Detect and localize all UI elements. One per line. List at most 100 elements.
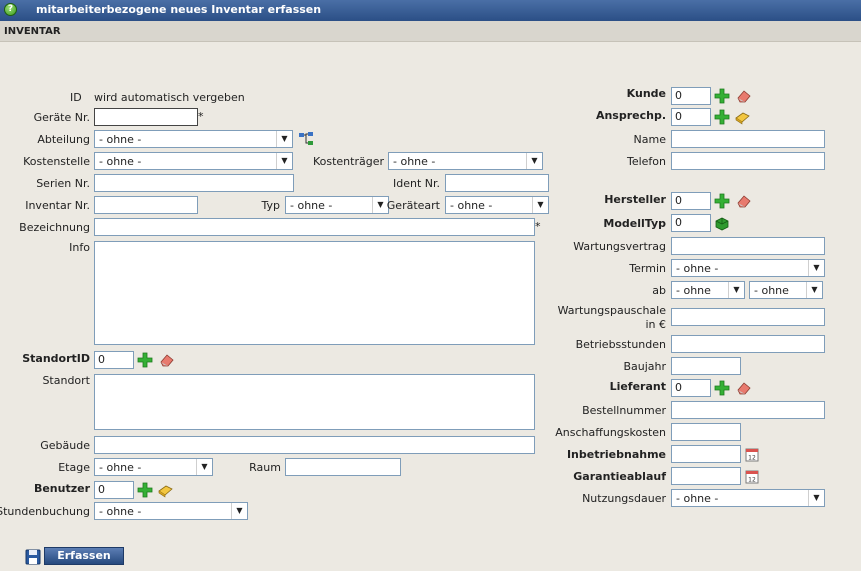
window-title: mitarbeiterbezogene neues Inventar erfas… [36,3,322,16]
chevron-down-icon: ▼ [808,490,824,506]
title-bar: ? mitarbeiterbezogene neues Inventar erf… [0,0,861,21]
benutzer-input[interactable]: 0 [94,481,134,499]
garantieablauf-input[interactable] [671,467,741,485]
typ-select[interactable]: - ohne - ▼ [285,196,389,214]
hersteller-input[interactable]: 0 [671,192,711,210]
ident-nr-input[interactable] [445,174,549,192]
baujahr-input[interactable] [671,357,741,375]
wartungspauschale-unit-label: in € [645,318,666,331]
id-value: wird automatisch vergeben [94,91,245,104]
typ-label: Typ [261,199,281,212]
inbetriebnahme-label: Inbetriebnahme [566,448,666,461]
kunde-input[interactable]: 0 [671,87,711,105]
eraser-icon[interactable] [736,193,752,209]
eraser-icon[interactable] [159,352,175,368]
add-icon[interactable] [714,380,730,396]
standort-textarea[interactable] [94,374,535,430]
wartungspauschale-label: Wartungspauschale [557,304,666,317]
abteilung-select[interactable]: - ohne - ▼ [94,130,293,148]
benutzer-label: Benutzer [33,482,90,495]
book-icon[interactable] [157,482,173,498]
serien-nr-input[interactable] [94,174,294,192]
nutzungsdauer-select[interactable]: - ohne - ▼ [671,489,825,507]
kunde-label: Kunde [626,87,666,100]
stundenbuchung-label: Stundenbuchung [0,505,90,518]
add-icon[interactable] [137,352,153,368]
chevron-down-icon: ▼ [276,131,292,147]
name-input[interactable] [671,130,825,148]
ab-select-2[interactable]: - ohne ▼ [749,281,823,299]
ab-select-1[interactable]: - ohne ▼ [671,281,745,299]
ansprechp-label: Ansprechp. [595,109,666,122]
wartungsvertrag-label: Wartungsvertrag [573,240,666,253]
ab-label: ab [652,284,666,297]
save-icon[interactable] [25,549,41,565]
svg-text:12: 12 [748,455,756,462]
tree-icon[interactable] [298,131,314,147]
wartungspauschale-input[interactable] [671,308,825,326]
add-icon[interactable] [714,88,730,104]
kostenstelle-select[interactable]: - ohne - ▼ [94,152,293,170]
nutzungsdauer-label: Nutzungsdauer [582,492,666,505]
calendar-icon[interactable]: 12 [744,468,760,484]
inbetriebnahme-input[interactable] [671,445,741,463]
eraser-icon[interactable] [736,88,752,104]
add-icon[interactable] [714,193,730,209]
stundenbuchung-select[interactable]: - ohne - ▼ [94,502,248,520]
standortid-label: StandortID [22,352,90,365]
section-header: INVENTAR [0,21,861,42]
chevron-down-icon: ▼ [526,153,542,169]
chevron-down-icon: ▼ [806,282,822,298]
anschaffungskosten-input[interactable] [671,423,741,441]
termin-label: Termin [629,262,666,275]
raum-input[interactable] [285,458,401,476]
kostentraeger-label: Kostenträger [312,155,384,168]
geraete-nr-input[interactable] [94,108,198,126]
add-icon[interactable] [137,482,153,498]
geraete-nr-label: Geräte Nr. [33,111,90,124]
ident-nr-label: Ident Nr. [392,177,440,190]
book-icon[interactable] [734,109,750,125]
section-title: INVENTAR [4,26,61,37]
chevron-down-icon: ▼ [808,260,824,276]
erfassen-button[interactable]: Erfassen [44,547,124,565]
chevron-down-icon: ▼ [728,282,744,298]
add-model-icon[interactable] [714,215,730,231]
standortid-input[interactable]: 0 [94,351,134,369]
modelltyp-label: ModellTyp [603,217,666,230]
modelltyp-input[interactable]: 0 [671,214,711,232]
gebaeude-input[interactable] [94,436,535,454]
geraeteart-label: Geräteart [386,199,440,212]
bezeichnung-input[interactable] [94,218,535,236]
lieferant-label: Lieferant [609,380,666,393]
anschaffungskosten-label: Anschaffungskosten [555,426,666,439]
bezeichnung-label: Bezeichnung [19,221,90,234]
kostenstelle-label: Kostenstelle [23,155,90,168]
standort-label: Standort [42,374,90,387]
required-mark: * [535,220,541,233]
add-icon[interactable] [714,109,730,125]
calendar-icon[interactable]: 12 [744,446,760,462]
ansprechp-input[interactable]: 0 [671,108,711,126]
baujahr-label: Baujahr [623,360,666,373]
betriebsstunden-input[interactable] [671,335,825,353]
telefon-label: Telefon [626,155,666,168]
chevron-down-icon: ▼ [196,459,212,475]
betriebsstunden-label: Betriebsstunden [575,338,666,351]
kostentraeger-select[interactable]: - ohne - ▼ [388,152,543,170]
info-textarea[interactable] [94,241,535,345]
bestellnummer-input[interactable] [671,401,825,419]
id-label: ID [70,91,82,104]
inventar-nr-input[interactable] [94,196,198,214]
lieferant-input[interactable]: 0 [671,379,711,397]
termin-select[interactable]: - ohne - ▼ [671,259,825,277]
etage-label: Etage [58,461,90,474]
eraser-icon[interactable] [736,380,752,396]
geraeteart-select[interactable]: - ohne - ▼ [445,196,549,214]
wartungsvertrag-input[interactable] [671,237,825,255]
etage-select[interactable]: - ohne - ▼ [94,458,213,476]
telefon-input[interactable] [671,152,825,170]
gebaeude-label: Gebäude [40,439,90,452]
help-icon[interactable]: ? [4,3,17,16]
hersteller-label: Hersteller [604,193,666,206]
